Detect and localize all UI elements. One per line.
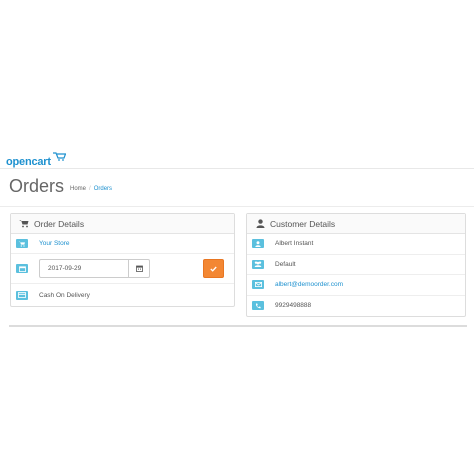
shopping-cart-icon — [16, 239, 28, 248]
credit-card-icon — [16, 290, 28, 300]
customer-details-title: Customer Details — [270, 218, 336, 229]
order-date-input[interactable] — [39, 259, 129, 278]
customer-group: Default — [275, 260, 296, 268]
customer-phone: 9929498888 — [275, 302, 312, 310]
customer-details-heading: Customer Details — [247, 214, 465, 234]
check-icon — [210, 266, 217, 272]
payment-method: Cash On Delivery — [39, 291, 90, 299]
header-divider — [0, 168, 474, 169]
breadcrumb: Home / Orders — [70, 186, 112, 192]
calendar-icon — [135, 265, 143, 272]
date-row — [11, 254, 234, 284]
order-details-heading: Order Details — [11, 214, 234, 234]
logo-cart-icon — [52, 148, 67, 166]
store-row: Your Store — [11, 234, 234, 254]
store-link[interactable]: Your Store — [39, 240, 69, 247]
breadcrumb-orders[interactable]: Orders — [94, 186, 112, 192]
page-title: Orders — [9, 176, 65, 196]
confirm-button[interactable] — [203, 259, 224, 278]
calendar-button[interactable] — [129, 259, 150, 278]
calendar-icon — [16, 264, 28, 273]
opencart-logo[interactable]: opencart — [6, 148, 67, 168]
customer-phone-row: 9929498888 — [247, 296, 465, 317]
logo-text: opencart — [6, 156, 51, 168]
user-icon — [252, 239, 264, 249]
order-details-panel: Order Details Your Store 2017-09-29 Cash… — [10, 213, 235, 307]
envelope-icon — [252, 280, 264, 290]
shopping-cart-icon — [19, 219, 29, 229]
customer-email-link[interactable]: albert@demoorder.com — [275, 281, 343, 288]
customer-name-row: Albert Instant — [247, 234, 465, 255]
customer-details-panel: Customer Details Albert Instant Default — [246, 213, 466, 317]
date-picker — [39, 259, 150, 278]
phone-icon — [252, 301, 264, 311]
breadcrumb-separator: / — [89, 186, 91, 192]
order-details-title: Order Details — [34, 218, 85, 229]
payment-row: Cash On Delivery — [11, 284, 234, 306]
user-icon — [255, 219, 265, 229]
footer-divider — [9, 325, 467, 327]
breadcrumb-home[interactable]: Home — [70, 186, 86, 192]
customer-group-row: Default — [247, 255, 465, 275]
title-divider — [0, 206, 474, 207]
customer-email-row: albert@demoorder.com — [247, 275, 465, 296]
group-icon — [252, 259, 264, 269]
customer-name: Albert Instant — [275, 240, 314, 248]
